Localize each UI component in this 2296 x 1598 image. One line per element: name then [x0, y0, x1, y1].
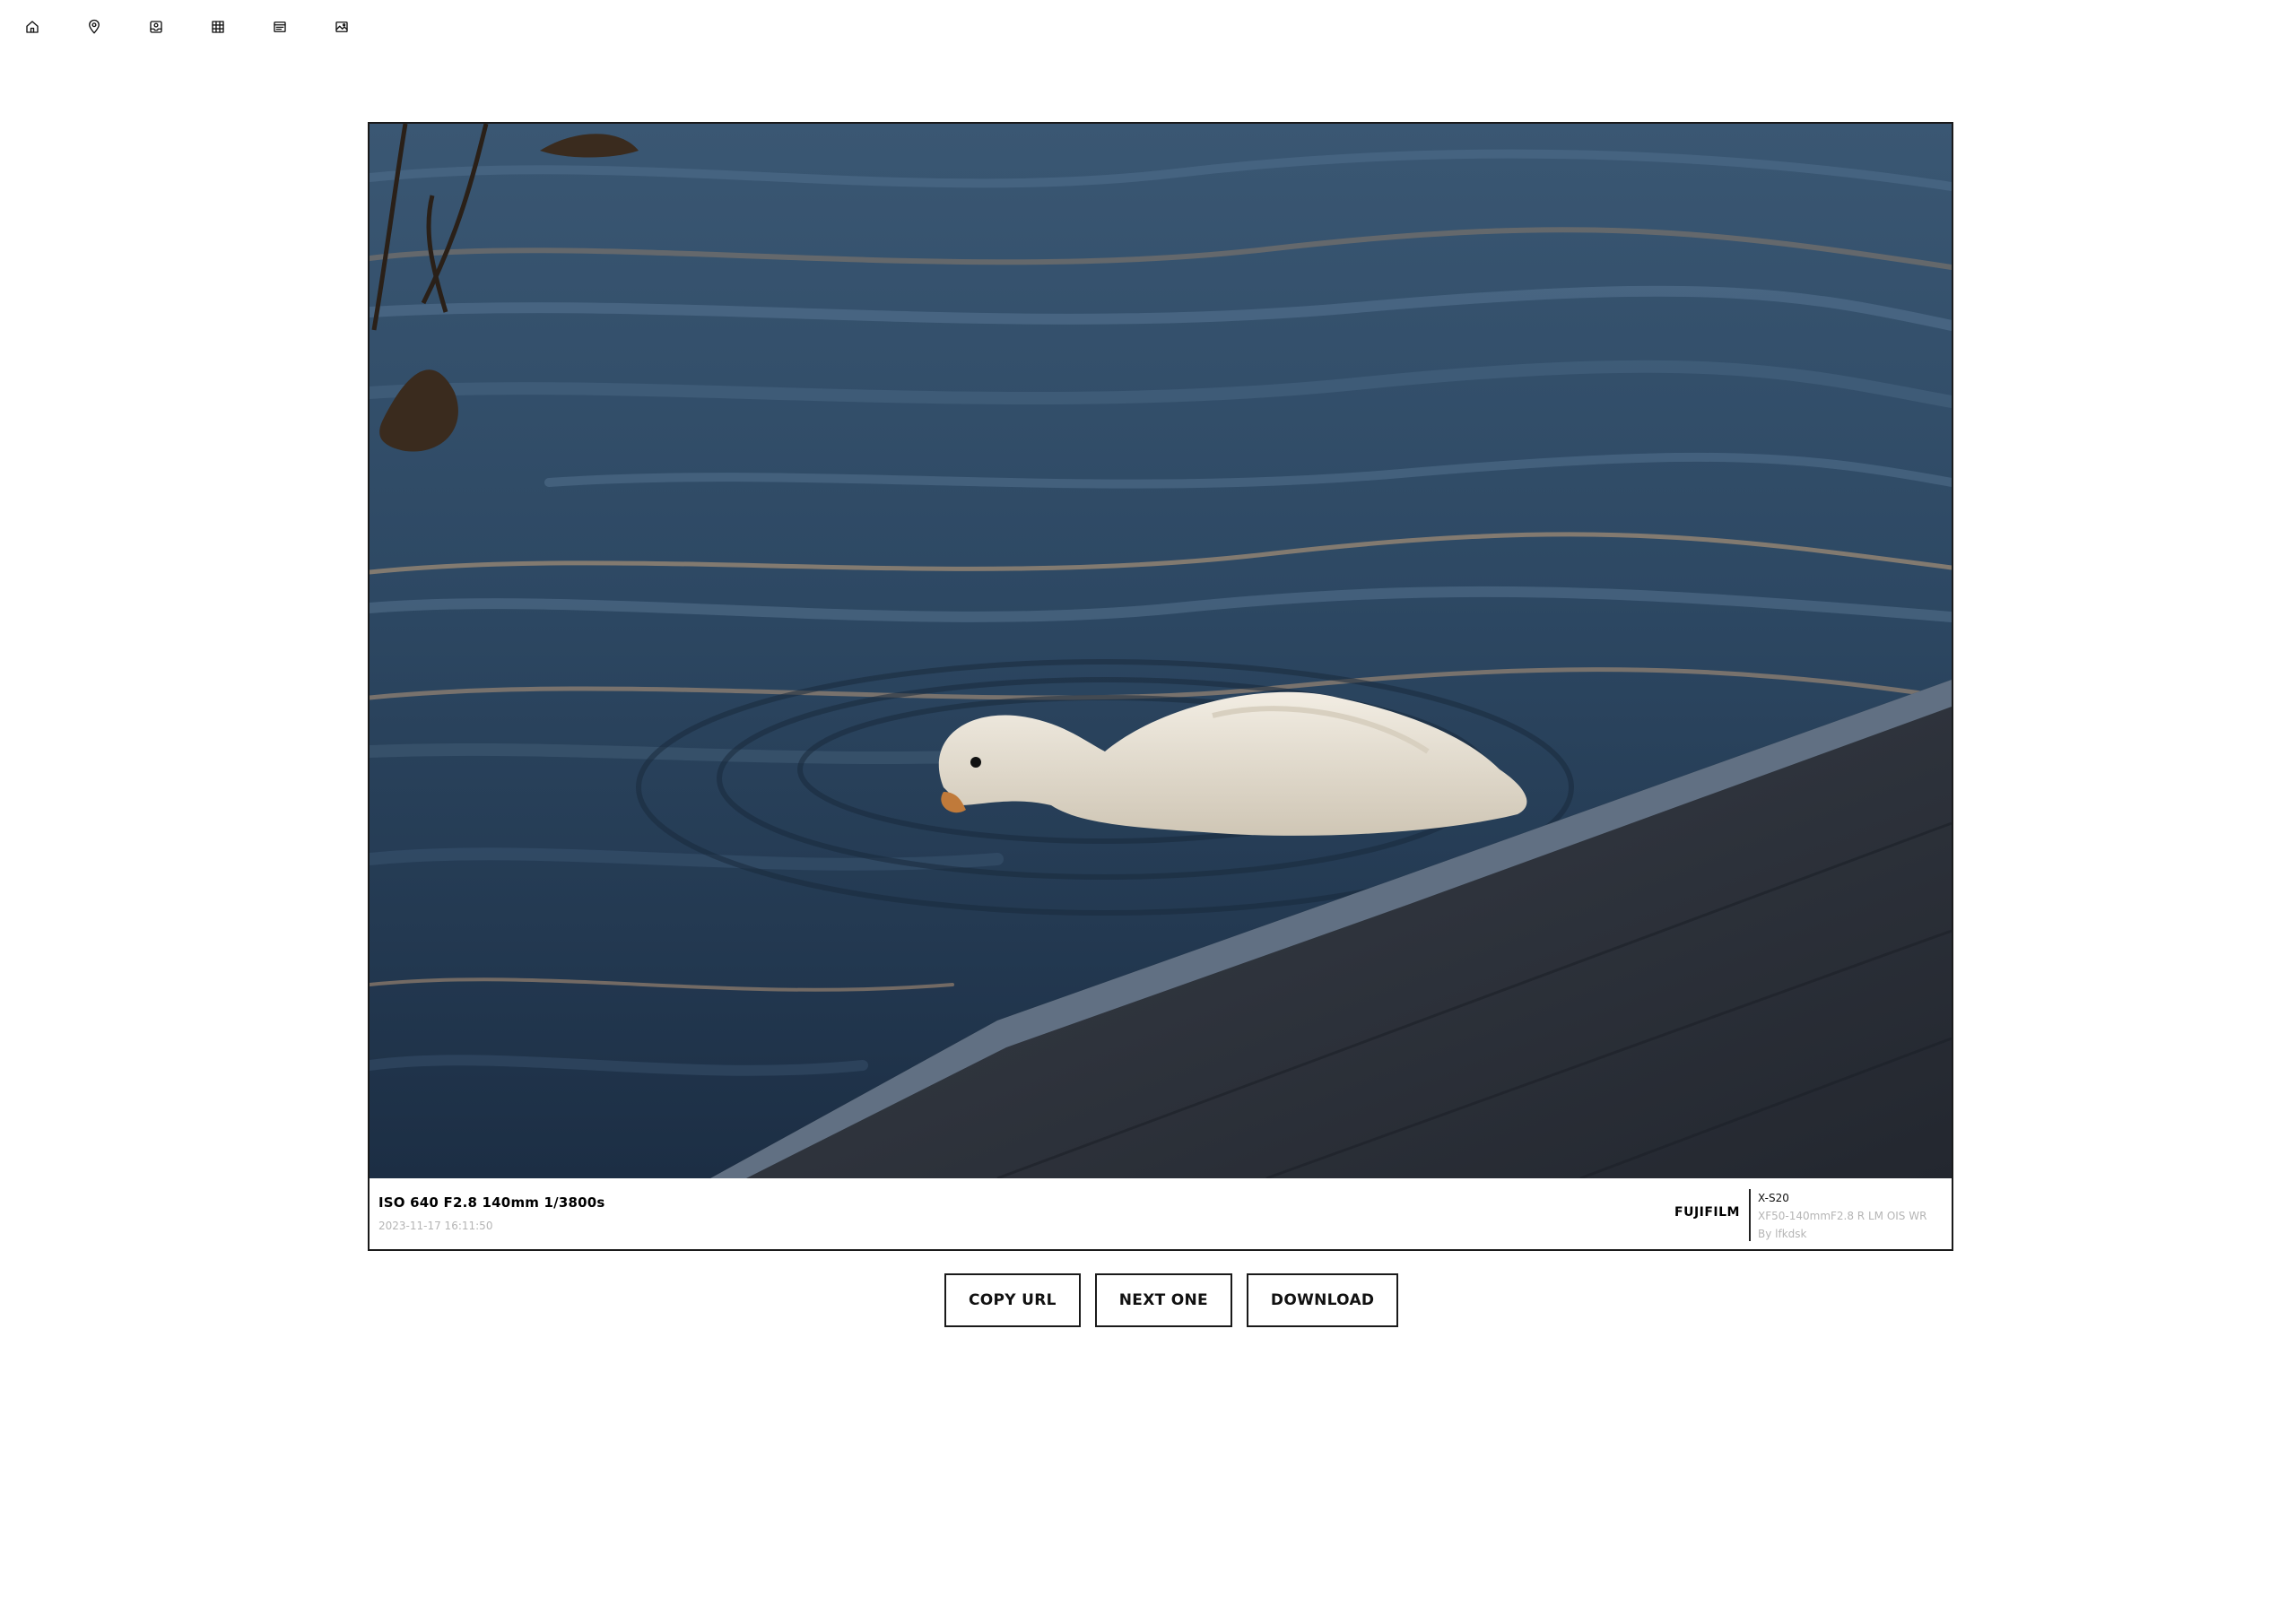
photo[interactable] — [370, 124, 1952, 1178]
map-pin-icon[interactable] — [82, 14, 107, 39]
grid-icon[interactable] — [205, 14, 230, 39]
duck-photo-illustration — [370, 124, 1952, 1178]
list-icon[interactable] — [267, 14, 292, 39]
home-icon[interactable] — [20, 14, 45, 39]
image-icon[interactable] — [329, 14, 354, 39]
info-divider — [1749, 1189, 1751, 1241]
camera-model: X-S20 — [1758, 1192, 1789, 1204]
photo-author: By lfkdsk — [1758, 1228, 1807, 1240]
photo-actions: COPY URL NEXT ONE DOWNLOAD — [944, 1273, 1399, 1327]
photo-info-bar: ISO 640 F2.8 140mm 1/3800s 2023-11-17 16… — [370, 1178, 1952, 1249]
copy-url-button[interactable]: COPY URL — [944, 1273, 1081, 1327]
inbox-icon[interactable] — [144, 14, 169, 39]
top-nav — [20, 14, 391, 39]
next-one-button[interactable]: NEXT ONE — [1094, 1273, 1232, 1327]
photo-card: ISO 640 F2.8 140mm 1/3800s 2023-11-17 16… — [368, 122, 1953, 1251]
download-button[interactable]: DOWNLOAD — [1246, 1273, 1399, 1327]
camera-meta: X-S20 XF50-140mmF2.8 R LM OIS WR By lfkd… — [1758, 1189, 1926, 1243]
exif-summary: ISO 640 F2.8 140mm 1/3800s — [378, 1194, 605, 1211]
lens-name: XF50-140mmF2.8 R LM OIS WR — [1758, 1210, 1927, 1222]
camera-brand: FUJIFILM — [1674, 1205, 1740, 1220]
capture-date: 2023-11-17 16:11:50 — [378, 1220, 493, 1232]
